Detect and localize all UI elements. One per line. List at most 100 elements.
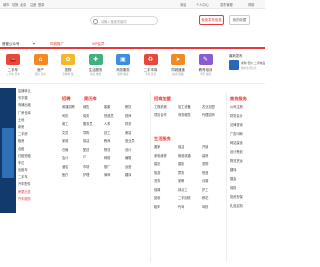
section-link[interactable]: 酒店 bbox=[62, 164, 68, 169]
section-link[interactable]: 营业员 bbox=[125, 138, 135, 143]
section-link[interactable]: 保险 bbox=[230, 185, 236, 190]
life-title[interactable]: 生活服务 bbox=[154, 136, 171, 142]
left-list-item[interactable]: 车位 bbox=[18, 160, 58, 167]
login-link[interactable]: 登录 bbox=[38, 2, 44, 7]
section-link[interactable]: 票务 bbox=[178, 170, 184, 175]
section-link[interactable]: 设计策划 bbox=[230, 149, 243, 154]
section-link[interactable]: 律师 bbox=[104, 172, 110, 177]
section-link[interactable]: 快递 bbox=[202, 170, 208, 175]
section-link[interactable]: 会计 bbox=[62, 155, 68, 160]
section-link[interactable]: 物流货运 bbox=[230, 158, 243, 163]
section-link[interactable]: 旅游 bbox=[154, 170, 160, 175]
section-link[interactable]: 家电维修 bbox=[154, 153, 167, 158]
section-link[interactable]: IT bbox=[83, 155, 86, 159]
section-link[interactable]: 保洁 bbox=[83, 138, 89, 143]
left-list-item[interactable]: 日租短租 bbox=[18, 153, 58, 160]
section-link[interactable]: 二手回收 bbox=[178, 195, 191, 200]
left-list-item[interactable]: 土地 bbox=[18, 117, 58, 124]
section-link[interactable]: 婚庆 bbox=[154, 161, 160, 166]
section-link[interactable]: 搬家 bbox=[154, 144, 160, 149]
left-list-item[interactable]: 汽车配件 bbox=[18, 181, 58, 188]
section-link[interactable]: 医疗 bbox=[62, 172, 68, 177]
section-link[interactable]: 销售 bbox=[83, 104, 89, 109]
nav-item-promotion[interactable]: 同城推广 bbox=[50, 42, 64, 47]
left-list-item[interactable]: 厂房仓库 bbox=[18, 110, 58, 117]
register-link[interactable]: 注册 bbox=[30, 2, 36, 7]
section-link[interactable]: 广告印刷 bbox=[230, 131, 243, 136]
publish-manage-link[interactable]: 发布管理 bbox=[220, 2, 233, 7]
section-link[interactable]: 洗衣 bbox=[154, 178, 160, 183]
category-house[interactable]: ⌂ 房产 租房 卖房 bbox=[30, 53, 52, 79]
left-promo-link[interactable]: 汽车服务 bbox=[18, 196, 58, 203]
user-center-link[interactable]: 个人中心 bbox=[196, 2, 209, 7]
chevron-down-icon[interactable] bbox=[33, 43, 35, 45]
section-link[interactable]: 驾校 bbox=[202, 204, 208, 209]
section-link[interactable]: 摄影 bbox=[178, 161, 184, 166]
business-title[interactable]: 招商加盟 bbox=[154, 96, 171, 102]
section-link[interactable]: 教师 bbox=[104, 138, 110, 143]
section-link[interactable]: 厨师 bbox=[125, 113, 131, 118]
city-selector[interactable]: 首都公众号 bbox=[2, 42, 20, 47]
section-link[interactable]: 宠物 bbox=[202, 161, 208, 166]
section-link[interactable]: 网站建设 bbox=[230, 140, 243, 145]
section-link[interactable]: 商务服务 bbox=[178, 112, 191, 117]
nav-item-vip[interactable]: VIP会员 bbox=[92, 42, 105, 47]
section-link[interactable]: 网络 bbox=[104, 155, 110, 160]
section-link[interactable]: 鲜花 bbox=[202, 195, 208, 200]
left-list-item[interactable]: 二手房 bbox=[18, 131, 58, 138]
section-link[interactable]: 普工 bbox=[62, 121, 68, 126]
section-link[interactable]: 服务员 bbox=[83, 121, 93, 126]
category-education[interactable]: ✎ 教育培训 学历 技能 bbox=[195, 53, 217, 79]
section-link[interactable]: 投资担保 bbox=[230, 194, 243, 199]
section-link[interactable]: 礼品定制 bbox=[230, 203, 243, 208]
left-list-item[interactable]: 租房 bbox=[18, 138, 58, 145]
left-list-item[interactable]: 写字楼 bbox=[18, 95, 58, 102]
section-link[interactable]: 护工 bbox=[202, 187, 208, 192]
left-list-item[interactable]: 商铺出租 bbox=[18, 102, 58, 109]
messages-link[interactable]: 消息 bbox=[180, 2, 186, 7]
category-service[interactable]: ✚ 生活服务 家政 维修 bbox=[85, 53, 107, 79]
section-link[interactable]: 运营 bbox=[125, 164, 131, 169]
right-banner[interactable]: 最新发布 求购 低价 二手物品 城市生活信息 bbox=[229, 53, 265, 79]
search-input[interactable]: 请输入搜索关键词 bbox=[101, 19, 127, 24]
section-link[interactable]: 家政 bbox=[62, 138, 68, 143]
section-link[interactable]: 加工设备 bbox=[178, 104, 191, 109]
section-link[interactable]: 财务 bbox=[125, 121, 131, 126]
section-link[interactable]: 编辑 bbox=[125, 155, 131, 160]
left-list-item[interactable]: 店铺转让 bbox=[18, 88, 58, 95]
section-link[interactable]: 快递员 bbox=[104, 113, 114, 118]
left-list-item[interactable]: 合租 bbox=[18, 146, 58, 153]
left-promo-link[interactable]: 房屋出售 bbox=[18, 189, 58, 196]
category-pet[interactable]: ✿ 宠物 宠物狗 猫 bbox=[57, 53, 79, 79]
section-link[interactable]: 装修 bbox=[202, 153, 208, 158]
shop-title[interactable]: 商务服务 bbox=[230, 96, 247, 102]
section-link[interactable]: 司机 bbox=[62, 113, 68, 118]
section-link[interactable]: 美容 bbox=[125, 130, 131, 135]
category-briefcase[interactable]: ▣ 商务服务 装修 搬家 bbox=[112, 53, 134, 79]
jobs-title[interactable]: 招聘 bbox=[62, 96, 70, 102]
section-link[interactable]: 设计 bbox=[125, 147, 131, 152]
section-link[interactable]: 餐饮 bbox=[125, 104, 131, 109]
section-link[interactable]: 翻译 bbox=[125, 172, 131, 177]
publish-button[interactable]: 免费发布信息 bbox=[199, 15, 224, 25]
section-link[interactable]: 护理 bbox=[83, 172, 89, 177]
section-link[interactable]: 客服 bbox=[104, 104, 110, 109]
category-delivery[interactable]: ➤ 同城速递 快递 跑腿 bbox=[167, 53, 189, 79]
section-link[interactable]: 保洁 bbox=[178, 144, 184, 149]
section-link[interactable]: 人事 bbox=[104, 121, 110, 126]
favorites-button[interactable]: 我的收藏 bbox=[229, 15, 250, 25]
section-link[interactable]: 配送 bbox=[83, 147, 89, 152]
section-link[interactable]: 公司注册 bbox=[230, 104, 243, 109]
current-city[interactable]: 北京 bbox=[20, 2, 26, 7]
section-link[interactable]: 普通招聘 bbox=[62, 104, 75, 109]
section-link[interactable]: 钟点工 bbox=[178, 187, 188, 192]
section-link[interactable]: 导购 bbox=[83, 130, 89, 135]
resume-link[interactable]: 简历库 bbox=[84, 96, 97, 102]
help-link[interactable]: 帮助 bbox=[248, 2, 254, 7]
section-link[interactable]: 工程机械 bbox=[154, 104, 167, 109]
category-market[interactable]: ♻ 二手市场 手机 家具 bbox=[140, 53, 162, 79]
left-ad-banner[interactable] bbox=[0, 88, 16, 213]
category-car[interactable]: 🚗 二手车 二手车 买车 bbox=[2, 53, 24, 79]
section-link[interactable]: 物流 bbox=[104, 147, 110, 152]
section-link[interactable]: 家教 bbox=[178, 178, 184, 183]
